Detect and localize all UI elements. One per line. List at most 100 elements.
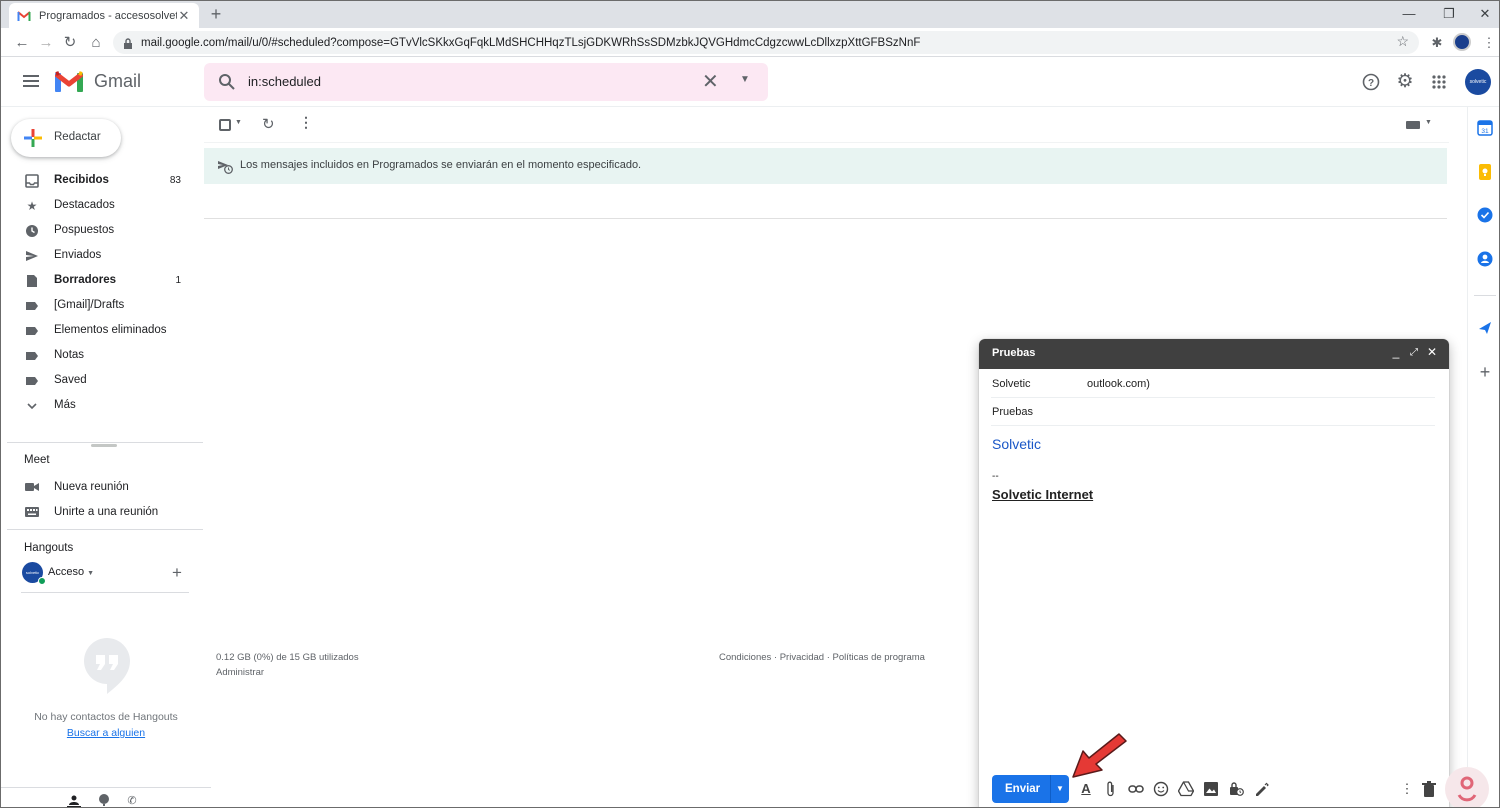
select-options-icon[interactable]: ▼ (235, 119, 242, 126)
main-menu-icon[interactable] (23, 75, 39, 87)
compose-label: Redactar (54, 131, 101, 143)
sidebar-item-mas[interactable]: Más (1, 393, 201, 418)
hangouts-user-name: Acceso (48, 566, 85, 578)
send-icon (25, 249, 39, 263)
resize-handle[interactable] (91, 444, 117, 447)
phone-icon[interactable]: ✆ (125, 794, 139, 807)
calendar-icon[interactable]: 31 (1477, 120, 1493, 136)
browser-menu-icon[interactable]: ⋮ (1479, 33, 1499, 53)
sidebar-item-saved[interactable]: Saved (1, 368, 201, 393)
drive-icon[interactable] (1177, 781, 1195, 797)
forward-button[interactable]: → (35, 32, 57, 54)
reload-button[interactable]: ↻ (59, 32, 81, 54)
more-options-icon[interactable]: ⋮ (299, 114, 313, 131)
gmail-logo-icon[interactable] (54, 71, 84, 92)
address-bar[interactable]: mail.google.com/mail/u/0/#scheduled?comp… (113, 31, 1419, 54)
gmail-header: Gmail in:scheduled ✕ ▼ ? ⚙ solvetic (1, 57, 1499, 107)
recipients-field[interactable]: Solvetic outlook.com) (991, 370, 1435, 398)
add-contact-button[interactable]: + (172, 563, 182, 583)
back-button[interactable]: ← (11, 32, 33, 54)
emoji-icon[interactable] (1153, 781, 1169, 797)
side-panel: 31 + (1467, 107, 1499, 807)
compose-button[interactable]: Redactar (11, 119, 121, 157)
formatting-icon[interactable]: A (1078, 781, 1094, 797)
restore-button[interactable]: ❐ (1431, 1, 1467, 28)
footer-links[interactable]: Condiciones · Privacidad · Políticas de … (719, 652, 925, 663)
hangouts-quote-icon (83, 638, 131, 694)
scheduled-send-icon (217, 158, 233, 174)
tab-close-icon[interactable]: ✕ (177, 8, 191, 24)
clear-search-icon[interactable]: ✕ (702, 69, 719, 94)
link-icon[interactable] (1128, 781, 1144, 797)
url-text: mail.google.com/mail/u/0/#scheduled?comp… (141, 36, 921, 49)
search-contacts-link[interactable]: Buscar a alguien (1, 727, 211, 739)
attach-icon[interactable] (1103, 781, 1119, 797)
settings-gear-icon[interactable]: ⚙ (1394, 71, 1416, 93)
sidebar-item-label: Borradores (54, 274, 116, 286)
apps-grid-icon[interactable] (1428, 71, 1450, 93)
star-icon: ★ (26, 199, 38, 213)
browser-profile-avatar[interactable] (1453, 33, 1471, 51)
sidebar-item-destacados[interactable]: ★ Destacados (1, 193, 201, 218)
sidebar-item-recibidos[interactable]: Recibidos 83 (1, 168, 201, 193)
addon-send-icon[interactable] (1477, 320, 1493, 336)
expand-icon[interactable]: ⤢ (1407, 347, 1421, 358)
sidebar-divider (7, 442, 203, 443)
gmail-favicon-icon (17, 10, 31, 21)
home-button[interactable]: ⌂ (85, 32, 107, 54)
hangouts-user[interactable]: Acceso ▼ (48, 566, 94, 578)
add-addon-icon[interactable]: + (1477, 363, 1493, 381)
search-icon[interactable] (218, 73, 236, 91)
sidebar-item-elementos-eliminados[interactable]: Elementos eliminados (1, 318, 201, 343)
hangouts-chat-icon[interactable] (97, 794, 111, 807)
search-options-icon[interactable]: ▼ (740, 74, 750, 85)
sidebar-item-label: Enviados (54, 249, 102, 261)
tasks-icon[interactable] (1477, 207, 1493, 223)
extensions-icon[interactable]: ✱ (1427, 33, 1447, 53)
contacts-icon[interactable] (1477, 251, 1493, 267)
side-panel-divider (1474, 295, 1496, 296)
insert-photo-icon[interactable] (1203, 781, 1219, 797)
new-meeting-item[interactable]: Nueva reunión (1, 476, 201, 500)
sidebar-item-label: Notas (54, 349, 85, 361)
annotation-arrow-icon (1069, 731, 1131, 779)
discard-draft-icon[interactable] (1421, 781, 1437, 797)
compose-window: Pruebas _ ⤢ ✕ Solvetic outlook.com) Prue… (979, 339, 1449, 807)
browser-tab[interactable]: Programados - accesosolvetic1@ ✕ (9, 3, 199, 28)
close-icon[interactable]: ✕ (1425, 345, 1439, 359)
list-divider (204, 218, 1447, 219)
sidebar-item-pospuestos[interactable]: Pospuestos (1, 218, 201, 243)
label-icon (25, 324, 39, 338)
sidebar-item-gmail-drafts[interactable]: [Gmail]/Drafts (1, 293, 201, 318)
contacts-person-icon[interactable] (67, 794, 81, 807)
input-tools-icon[interactable] (1406, 121, 1420, 129)
more-options-icon[interactable]: ⋮ (1399, 781, 1415, 797)
browser-toolbar: ← → ↻ ⌂ mail.google.com/mail/u/0/#schedu… (1, 28, 1499, 57)
search-input[interactable]: in:scheduled (248, 74, 321, 89)
search-bar[interactable]: in:scheduled ✕ ▼ (204, 63, 768, 101)
minimize-icon[interactable]: _ (1389, 345, 1403, 359)
send-button[interactable]: Enviar ▼ (992, 775, 1069, 803)
help-icon[interactable]: ? (1360, 71, 1382, 93)
hangouts-bottom-bar: ✆ (1, 787, 211, 807)
keep-icon[interactable] (1477, 164, 1493, 180)
new-tab-button[interactable]: + (206, 4, 226, 24)
input-tools-dropdown-icon[interactable]: ▼ (1425, 119, 1432, 126)
bookmark-star-icon[interactable]: ☆ (1396, 33, 1409, 50)
account-avatar[interactable]: solvetic (1465, 69, 1491, 95)
confidential-mode-icon[interactable] (1228, 781, 1244, 797)
close-window-button[interactable]: ✕ (1467, 1, 1499, 28)
sidebar-item-borradores[interactable]: Borradores 1 (1, 268, 201, 293)
refresh-icon[interactable]: ↻ (262, 115, 275, 133)
schedule-send-dropdown-icon[interactable]: ▼ (1050, 775, 1069, 803)
sidebar-item-enviados[interactable]: Enviados (1, 243, 201, 268)
body-text[interactable]: Solvetic (992, 436, 1041, 452)
signature-pen-icon[interactable] (1253, 781, 1269, 797)
select-all-checkbox[interactable] (219, 119, 231, 131)
subject-field[interactable]: Pruebas (991, 398, 1435, 426)
sidebar-item-notas[interactable]: Notas (1, 343, 201, 368)
compose-header[interactable]: Pruebas _ ⤢ ✕ (979, 339, 1449, 369)
join-meeting-item[interactable]: Unirte a una reunión (1, 501, 201, 525)
minimize-button[interactable]: — (1391, 1, 1427, 28)
manage-storage-link[interactable]: Administrar (216, 667, 264, 678)
